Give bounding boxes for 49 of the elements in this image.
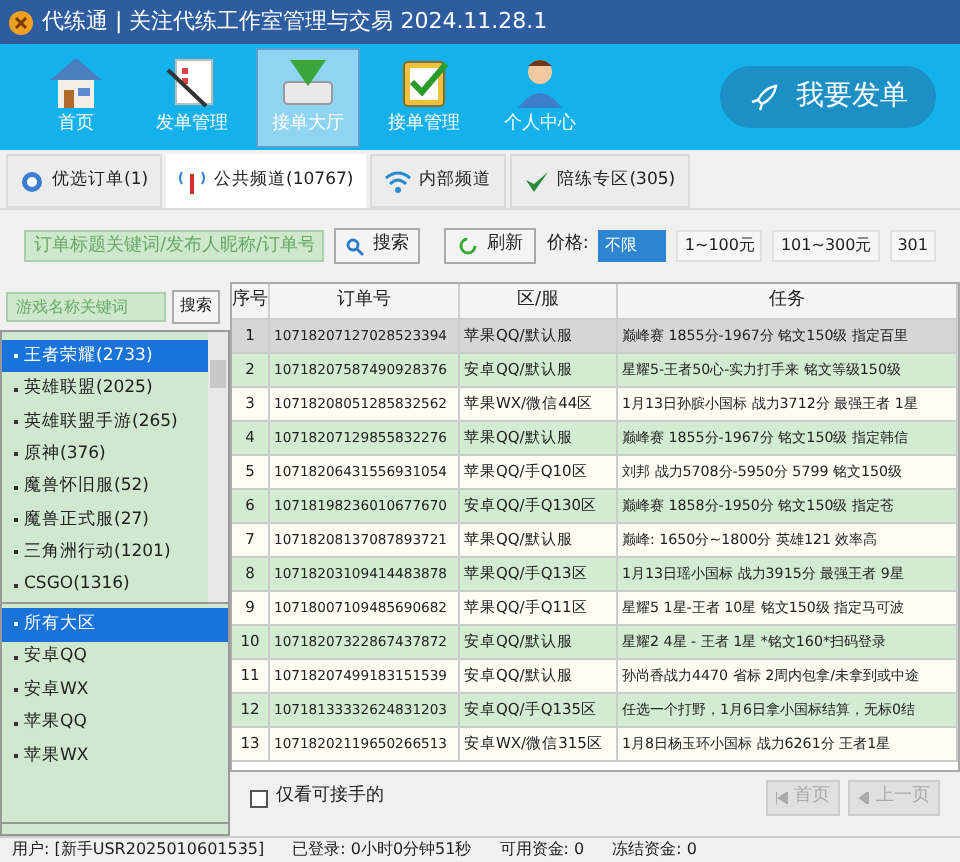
game-item[interactable]: 英雄联盟手游(265) bbox=[2, 405, 208, 439]
price-option[interactable]: 301 bbox=[889, 230, 936, 262]
search-icon bbox=[346, 237, 365, 255]
refresh-button[interactable]: 刷新 bbox=[444, 228, 537, 264]
column-header[interactable]: 区/服 bbox=[460, 284, 618, 318]
status-text: 冻结资金: 0 bbox=[612, 838, 697, 862]
channel-tab[interactable]: 优选订单(1) bbox=[6, 154, 163, 208]
status-text: 可用资金: 0 bbox=[499, 838, 585, 862]
refresh-icon bbox=[458, 236, 479, 256]
post-order-button[interactable]: 我要发单 bbox=[720, 66, 936, 128]
game-item[interactable]: 魔兽正式服(27) bbox=[2, 503, 208, 537]
game-item[interactable]: 魔兽怀旧服(52) bbox=[2, 471, 208, 504]
price-option[interactable]: 不限 bbox=[598, 230, 667, 262]
search-field[interactable]: 订单标题关键词/发布人昵称/订单号 bbox=[24, 230, 325, 262]
game-item[interactable]: 三角洲行动(1201) bbox=[2, 536, 208, 570]
status-text: 用户: [新手USR2025010601535] bbox=[12, 838, 265, 862]
checkbox[interactable] bbox=[250, 789, 268, 807]
previous-page-icon bbox=[858, 792, 870, 804]
game-item[interactable]: 王者荣耀(2733) bbox=[2, 340, 208, 373]
region-item[interactable]: 安卓QQ bbox=[2, 641, 228, 674]
first-page-icon bbox=[776, 792, 788, 804]
column-header[interactable]: 订单号 bbox=[270, 284, 460, 318]
search-button[interactable]: 搜索 bbox=[334, 228, 421, 264]
game-item[interactable]: 英雄联盟(2025) bbox=[2, 372, 208, 406]
game-item[interactable]: CSGO(1316) bbox=[2, 569, 208, 602]
price-label: 价格: bbox=[546, 232, 589, 259]
region-item[interactable]: 苹果WX bbox=[2, 740, 228, 773]
region-item[interactable]: 所有大区 bbox=[2, 608, 228, 641]
game-item[interactable]: 原神(376) bbox=[2, 438, 208, 471]
tray-funnel-icon bbox=[278, 54, 338, 111]
column-header[interactable]: 序号 bbox=[232, 284, 270, 318]
price-option[interactable]: 101~300元 bbox=[772, 230, 880, 262]
game-search-button[interactable]: 搜索 bbox=[172, 289, 220, 323]
region-item[interactable]: 安卓WX bbox=[2, 674, 228, 707]
antenna-icon bbox=[178, 168, 207, 194]
channel-tab[interactable]: 陪练专区(305) bbox=[509, 154, 690, 208]
checkbox-label: 仅看可接手的 bbox=[276, 784, 384, 811]
rocket-icon bbox=[748, 81, 780, 113]
channel-tab[interactable]: 公共频道(10767) bbox=[166, 154, 366, 208]
window-title: 代练通 | 关注代练工作室管理与交易 2024.11.28.1 bbox=[42, 5, 548, 38]
wifi-icon bbox=[383, 169, 412, 193]
region-item[interactable]: 苹果QQ bbox=[2, 707, 228, 740]
column-header[interactable]: 任务 bbox=[618, 284, 958, 318]
house-icon bbox=[46, 54, 106, 111]
channel-tab[interactable]: 内部频道 bbox=[369, 154, 506, 208]
checkmark-icon bbox=[523, 169, 550, 193]
game-search-field[interactable]: 游戏名称关键词 bbox=[6, 291, 166, 321]
status-text: 已登录: 0小时0分钟51秒 bbox=[292, 838, 472, 862]
price-option[interactable]: 1~100元 bbox=[676, 230, 763, 262]
